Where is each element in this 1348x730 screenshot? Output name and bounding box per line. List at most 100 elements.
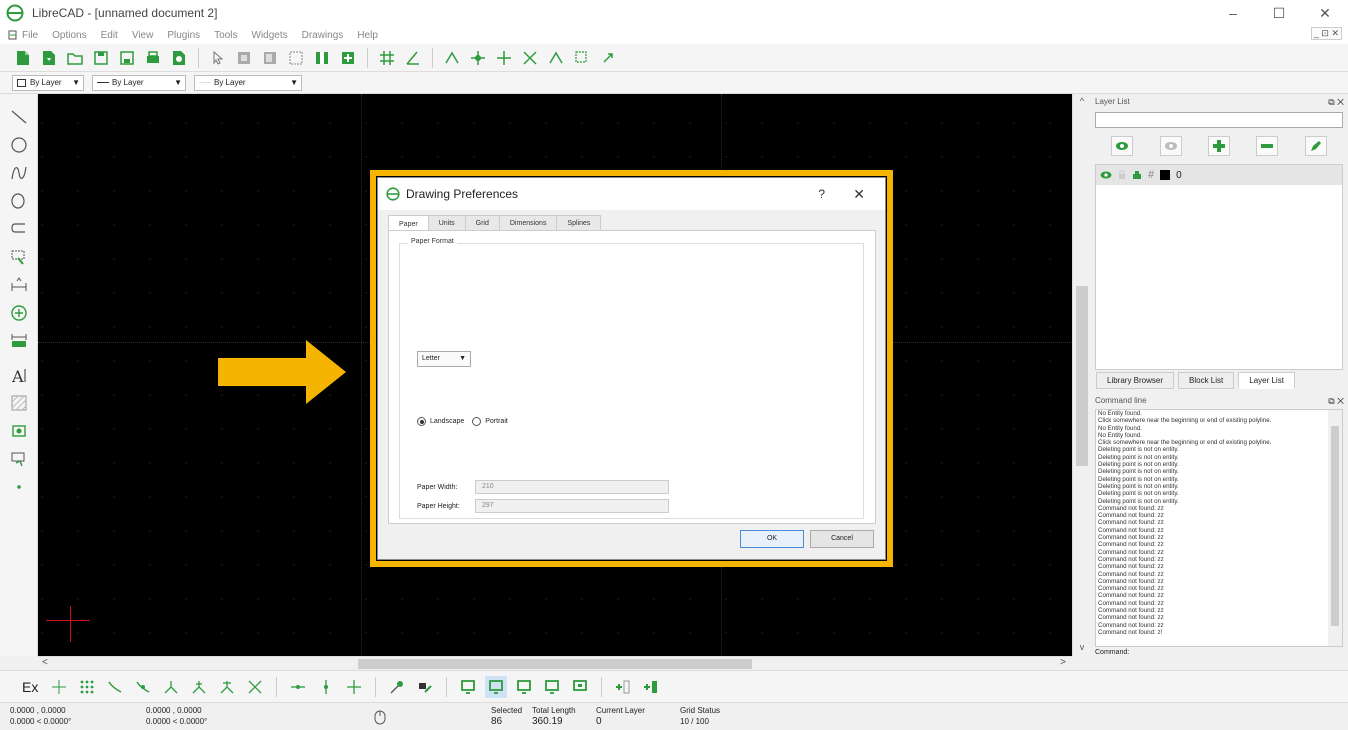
horizontal-scroll-thumb[interactable] [358, 659, 752, 669]
snap-distance-icon[interactable] [216, 676, 238, 698]
curve-tool-icon[interactable] [4, 160, 34, 186]
select-pointer-icon[interactable] [207, 47, 229, 69]
paper-height-field[interactable]: 297 [475, 499, 669, 513]
view-mode-5-icon[interactable] [569, 676, 591, 698]
snap-center-icon[interactable] [160, 676, 182, 698]
portrait-radio[interactable] [472, 417, 482, 426]
cancel-button[interactable]: Cancel [810, 530, 874, 548]
layer-filter-input[interactable] [1095, 112, 1343, 128]
view-mode-4-icon[interactable] [541, 676, 563, 698]
zoom-out-icon[interactable] [493, 47, 515, 69]
layer-row[interactable]: # 0 [1096, 165, 1342, 185]
paper-size-select[interactable]: Letter ▼ [417, 351, 471, 367]
snap-intersection-icon[interactable] [244, 676, 266, 698]
close-dialog-button[interactable]: ✕ [853, 186, 865, 203]
open-folder-icon[interactable] [64, 47, 86, 69]
snap-grid-icon[interactable] [76, 676, 98, 698]
close-window-button[interactable]: ✕ [1302, 0, 1348, 26]
visible-eye-icon[interactable] [1100, 171, 1112, 179]
restrict-orthogonal-icon[interactable] [343, 676, 365, 698]
show-all-layers-icon[interactable] [1111, 136, 1134, 156]
relative-zero-icon[interactable] [386, 676, 408, 698]
tab-block-list[interactable]: Block List [1178, 372, 1235, 389]
window-zoom-icon[interactable] [571, 47, 593, 69]
lock-relative-zero-icon[interactable] [414, 676, 436, 698]
previous-view-icon[interactable] [545, 47, 567, 69]
insert-block-icon[interactable] [337, 47, 359, 69]
menu-options[interactable]: Options [52, 30, 86, 41]
view-mode-3-icon[interactable] [513, 676, 535, 698]
maximize-button[interactable]: ☐ [1256, 0, 1302, 26]
scroll-right-icon[interactable]: > [1060, 657, 1066, 668]
construction-layer-icon[interactable]: # [1148, 169, 1154, 181]
menu-tools[interactable]: Tools [214, 30, 237, 41]
vertical-scroll-thumb[interactable] [1076, 286, 1088, 466]
menu-widgets[interactable]: Widgets [252, 30, 288, 41]
save-icon[interactable] [90, 47, 112, 69]
menu-drawings[interactable]: Drawings [302, 30, 344, 41]
draft-mode-icon[interactable] [402, 47, 424, 69]
block-icon[interactable] [311, 47, 333, 69]
remove-layer-icon[interactable] [1256, 136, 1279, 156]
command-history-scrollbar[interactable] [1328, 410, 1342, 646]
save-as-icon[interactable] [116, 47, 138, 69]
redraw-icon[interactable] [441, 47, 463, 69]
menu-file[interactable]: File [22, 30, 38, 41]
command-input[interactable]: Command: [1095, 649, 1343, 661]
landscape-radio[interactable] [417, 417, 426, 426]
print-layer-icon[interactable] [1132, 170, 1142, 180]
measure-tool-icon[interactable] [4, 328, 34, 354]
block-tool-icon[interactable] [4, 446, 34, 472]
layer-color-swatch[interactable] [1160, 170, 1171, 180]
circle-tool-icon[interactable] [4, 132, 34, 158]
snap-free-icon[interactable] [48, 676, 70, 698]
print-icon[interactable] [142, 47, 164, 69]
dimension-tool-icon[interactable] [4, 272, 34, 298]
restrict-horizontal-icon[interactable] [287, 676, 309, 698]
menu-plugins[interactable]: Plugins [167, 30, 200, 41]
canvas-horizontal-scrollbar[interactable]: < > [38, 656, 1072, 670]
add-layer-view-2-icon[interactable] [640, 676, 662, 698]
scroll-down-icon[interactable]: v [1073, 642, 1091, 652]
color-select[interactable]: By Layer ▼ [12, 74, 84, 91]
zoom-pan-icon[interactable] [597, 47, 619, 69]
menu-help[interactable]: Help [357, 30, 378, 41]
tab-layer-list[interactable]: Layer List [1238, 372, 1295, 389]
hatch-tool-icon[interactable] [4, 390, 34, 416]
cut-icon[interactable] [233, 47, 255, 69]
point-tool-icon[interactable] [4, 474, 34, 500]
copy-icon[interactable] [259, 47, 281, 69]
new-file-icon[interactable] [12, 47, 34, 69]
ellipse-tool-icon[interactable] [4, 188, 34, 214]
menu-edit[interactable]: Edit [101, 30, 118, 41]
document-window-controls[interactable]: _ ⊡ ✕ [1310, 27, 1342, 40]
auto-zoom-icon[interactable] [519, 47, 541, 69]
menu-view[interactable]: View [132, 30, 154, 41]
grid-icon[interactable] [376, 47, 398, 69]
lock-icon[interactable] [1118, 170, 1126, 180]
text-tool-icon[interactable]: A [4, 362, 34, 388]
dock-float-close-icon[interactable]: ⧉ ✕ [1328, 94, 1344, 110]
image-tool-icon[interactable] [4, 418, 34, 444]
canvas-vertical-scrollbar[interactable]: ^ v [1072, 94, 1090, 656]
snap-on-entity-icon[interactable] [132, 676, 154, 698]
help-button[interactable]: ? [818, 187, 825, 201]
tab-library-browser[interactable]: Library Browser [1096, 372, 1175, 389]
restrict-vertical-icon[interactable] [315, 676, 337, 698]
modify-tool-icon[interactable] [4, 300, 34, 326]
dock-float-close-icon[interactable]: ⧉ ✕ [1328, 393, 1344, 409]
view-mode-1-icon[interactable] [457, 676, 479, 698]
add-layer-icon[interactable] [1207, 136, 1230, 156]
line-width-select[interactable]: By Layer ▼ [92, 74, 186, 91]
scroll-up-icon[interactable]: ^ [1073, 96, 1091, 106]
paper-width-field[interactable]: 210 [475, 480, 669, 494]
ok-button[interactable]: OK [740, 530, 804, 548]
add-layer-view-icon[interactable] [612, 676, 634, 698]
print-preview-icon[interactable] [168, 47, 190, 69]
zoom-in-icon[interactable] [467, 47, 489, 69]
snap-endpoint-icon[interactable] [104, 676, 126, 698]
line-tool-icon[interactable] [4, 104, 34, 130]
paste-icon[interactable] [285, 47, 307, 69]
exclusive-snap-toggle[interactable]: Ex [22, 679, 38, 695]
minimize-button[interactable]: – [1210, 0, 1256, 26]
